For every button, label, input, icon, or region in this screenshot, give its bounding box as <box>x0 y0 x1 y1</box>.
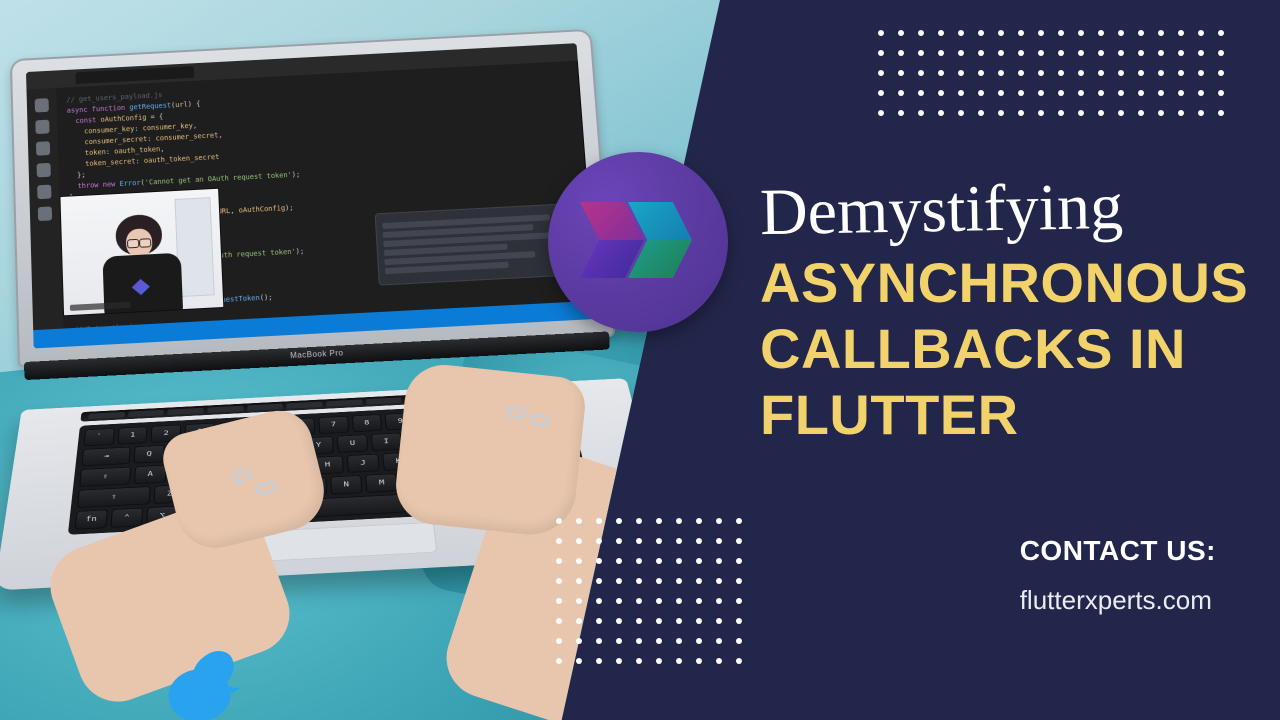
key: I <box>371 433 403 452</box>
key: ⇪ <box>79 467 131 487</box>
contact-label: CONTACT US: <box>1020 535 1216 567</box>
key: ⌃ <box>110 508 143 528</box>
key: 1 <box>117 426 148 444</box>
video-call-thumbnail <box>59 188 224 317</box>
contact-url: flutterxperts.com <box>1020 585 1216 616</box>
twitter-bird-icon <box>164 650 257 720</box>
key: M <box>365 473 398 493</box>
dot-grid <box>556 518 742 664</box>
laptop-lid: // get_users_payload.js async function g… <box>10 29 615 368</box>
key: J <box>347 454 380 473</box>
key: Q <box>133 445 164 464</box>
key: A <box>134 465 167 484</box>
contact-block: CONTACT US: flutterxperts.com <box>1020 535 1216 616</box>
key: ⇥ <box>81 447 131 467</box>
key: fn <box>75 509 108 529</box>
laptop-screen: // get_users_payload.js async function g… <box>26 43 598 348</box>
ide-hover-tooltip <box>375 203 570 285</box>
headline-script: Demystifying <box>759 172 1240 246</box>
brand-badge <box>548 152 728 332</box>
headline-title: ASYNCHRONOUS CALLBACKS IN FLUTTER <box>760 250 1240 448</box>
promo-graphic: // get_users_payload.js async function g… <box>0 0 1280 720</box>
key: U <box>337 434 368 453</box>
key: 8 <box>351 414 382 432</box>
key: N <box>330 475 362 495</box>
ring-icon <box>529 413 550 427</box>
key: 7 <box>318 416 349 434</box>
key: ⇧ <box>77 486 151 508</box>
dot-grid <box>878 30 1224 116</box>
person-icon <box>95 213 185 314</box>
key: ` <box>83 428 114 446</box>
headline-block: Demystifying ASYNCHRONOUS CALLBACKS IN F… <box>760 172 1240 448</box>
chevron-icon <box>628 202 692 278</box>
hand <box>392 361 588 539</box>
